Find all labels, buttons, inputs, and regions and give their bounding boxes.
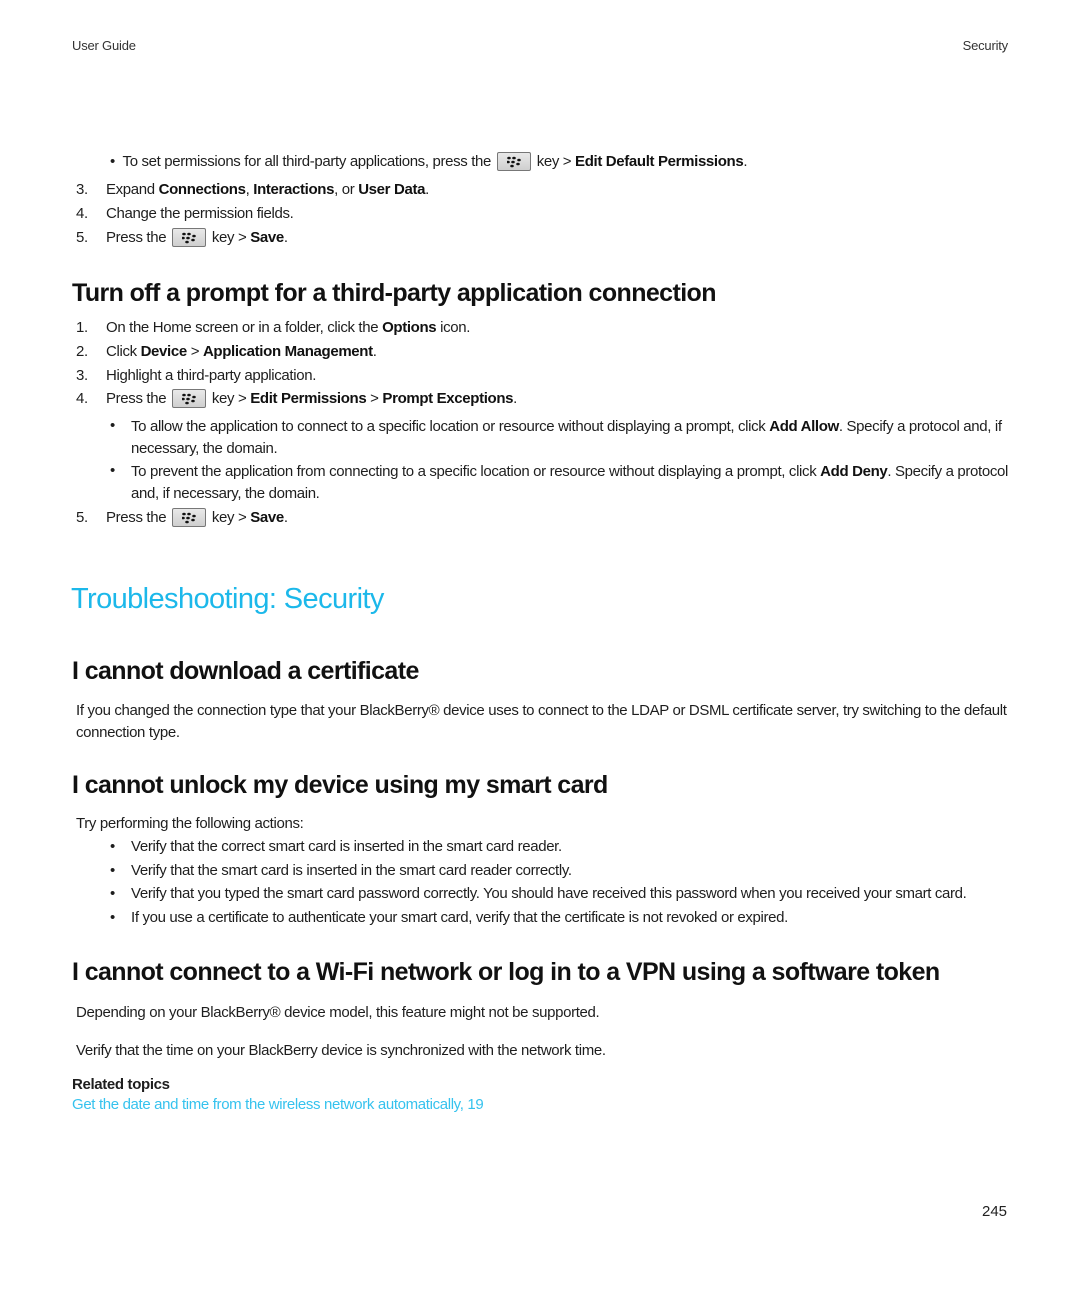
step-3-expand: 3. Expand Connections, Interactions, or U… bbox=[76, 181, 429, 198]
wifi-paragraph-2: Verify that the time on your BlackBerry … bbox=[76, 1042, 606, 1059]
bullet-dot: • bbox=[110, 838, 115, 855]
blackberry-menu-key-icon bbox=[172, 508, 207, 527]
wifi-paragraph-1: Depending on your BlackBerry® device mod… bbox=[76, 1004, 600, 1021]
section-title-wifi-vpn: I cannot connect to a Wi-Fi network or l… bbox=[72, 958, 940, 986]
prompt-step-2: 2. Click Device > Application Management. bbox=[76, 343, 377, 360]
certificate-body: If you changed the connection type that … bbox=[76, 702, 1007, 741]
section-title-prompt: Turn off a prompt for a third-party appl… bbox=[72, 279, 717, 307]
section-title-certificate: I cannot download a certificate bbox=[72, 657, 419, 685]
prompt-step-3: 3. Highlight a third-party application. bbox=[76, 367, 317, 384]
running-header-left: User Guide bbox=[72, 38, 136, 53]
smartcard-bullet: Verify that you typed the smart card pas… bbox=[131, 885, 967, 902]
smartcard-bullet: If you use a certificate to authenticate… bbox=[131, 909, 788, 926]
prompt-step-1: 1. On the Home screen or in a folder, cli… bbox=[76, 319, 471, 336]
step-5-save: 5. Press the key > Save. bbox=[76, 228, 288, 247]
chapter-title: Troubleshooting: Security bbox=[71, 583, 384, 615]
bullet-dot: • bbox=[110, 862, 115, 879]
bullet-dot: • bbox=[110, 417, 115, 434]
page-number: 245 bbox=[982, 1203, 1008, 1220]
blackberry-menu-key-icon bbox=[496, 152, 531, 171]
smartcard-bullet: Verify that the smart card is inserted i… bbox=[131, 862, 572, 879]
bullet-dot: • bbox=[110, 462, 115, 479]
prompt-step-4: 4. Press the key > Edit Permissions > Pro… bbox=[76, 389, 517, 408]
smartcard-intro: Try performing the following actions: bbox=[76, 815, 304, 832]
bullet-dot: • bbox=[110, 909, 115, 926]
blackberry-menu-key-icon bbox=[172, 389, 207, 408]
section-title-smartcard: I cannot unlock my device using my smart… bbox=[72, 771, 608, 799]
bullet-add-deny: To prevent the application from connecti… bbox=[131, 463, 1008, 502]
running-header-right: Security bbox=[962, 38, 1009, 53]
bullet-default-permissions: • To set permissions for all third-party… bbox=[110, 152, 748, 171]
bullet-add-allow: To allow the application to connect to a… bbox=[131, 418, 1002, 457]
related-topics-label: Related topics bbox=[72, 1076, 170, 1093]
prompt-step-5: 5. Press the key > Save. bbox=[76, 508, 288, 527]
step-4-change: 4. Change the permission fields. bbox=[76, 205, 294, 222]
smartcard-bullet: Verify that the correct smart card is in… bbox=[131, 838, 562, 855]
blackberry-menu-key-icon bbox=[172, 228, 207, 247]
bullet-dot: • bbox=[110, 885, 115, 902]
related-topic-link[interactable]: Get the date and time from the wireless … bbox=[72, 1096, 484, 1113]
